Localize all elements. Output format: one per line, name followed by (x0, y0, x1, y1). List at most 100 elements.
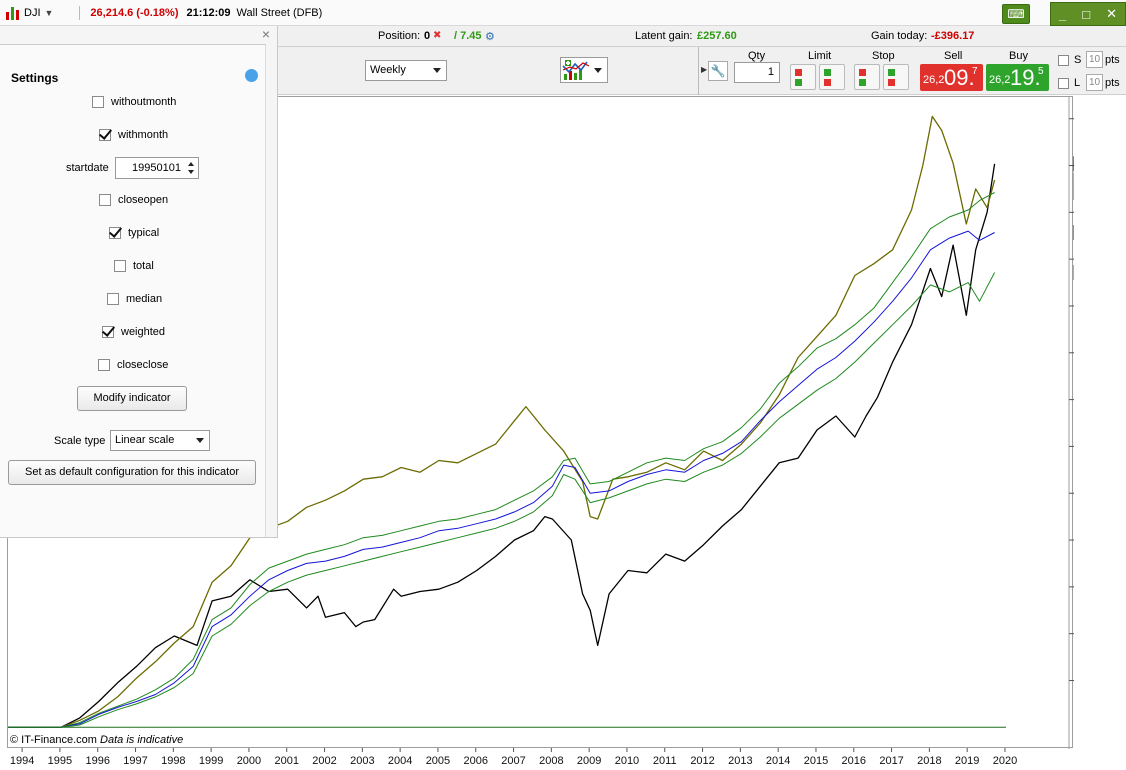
position-label: Position: (378, 30, 421, 42)
x-tick-label: 1994 (10, 755, 34, 767)
minimize-button[interactable]: _ (1059, 7, 1066, 22)
option-median[interactable]: median (107, 293, 162, 305)
position-pl: / 7.45 (454, 30, 482, 42)
x-tick-label: 2001 (274, 755, 298, 767)
title-bar: DJI ▼ 26,214.6 (-0.18%) 21:12:09 Wall St… (0, 0, 1126, 26)
limit-checkbox[interactable] (1058, 78, 1069, 89)
market-name: Wall Street (DFB) (236, 6, 323, 19)
x-tick-label: 2005 (426, 755, 450, 767)
option-label: withoutmonth (111, 96, 177, 108)
checkbox[interactable] (102, 326, 114, 338)
close-position-icon[interactable]: ✖ (433, 30, 441, 41)
option-label: weighted (121, 326, 166, 338)
close-button[interactable]: ✕ (1106, 6, 1117, 22)
checkbox[interactable] (107, 293, 119, 305)
close-panel-button[interactable]: × (262, 26, 270, 42)
wrench-icon[interactable]: 🔧 (708, 61, 728, 81)
buy-label: Buy (1009, 50, 1028, 62)
instrument-name[interactable]: DJI (24, 7, 41, 19)
option-weighted[interactable]: weighted (102, 326, 165, 338)
scale-type-select[interactable]: Linear scale (110, 430, 210, 451)
startdate-label: startdate (66, 162, 109, 174)
buy-price-prefix: 26,2 (989, 74, 1011, 86)
maximize-button[interactable]: □ (1082, 7, 1090, 22)
option-withmonth[interactable]: withmonth (99, 129, 168, 141)
buy-price-main: 19. (1010, 65, 1041, 90)
option-closeclose[interactable]: closeclose (98, 359, 168, 371)
limit-sell-button[interactable] (790, 64, 816, 90)
stop-s-label: S (1074, 54, 1082, 66)
latent-gain-value: £257.60 (697, 30, 737, 42)
stop-buy-button[interactable] (883, 64, 909, 90)
stop-pts-input[interactable]: 10 (1086, 51, 1103, 68)
settings-panel: × Settings withoutmonth withmonth startd… (0, 26, 278, 538)
checkbox[interactable] (99, 194, 111, 206)
gain-today-value: -£396.17 (931, 30, 975, 42)
modify-indicator-button[interactable]: Modify indicator (77, 386, 187, 411)
collapse-arrow-icon[interactable]: ▶ (701, 65, 707, 74)
x-axis: 1994 1995 1996 1997 1998 1999 2000 2001 2002 2003… (10, 748, 1017, 767)
latent-gain-label: Latent gain: (635, 30, 693, 42)
qty-label: Qty (748, 50, 766, 62)
set-default-button[interactable]: Set as default configuration for this in… (8, 460, 256, 485)
scale-type-value: Linear scale (115, 434, 175, 446)
option-label: total (133, 260, 154, 272)
x-tick-label: 1995 (48, 755, 72, 767)
chevron-down-icon (594, 68, 602, 73)
period-select[interactable]: Weekly (365, 60, 447, 81)
x-tick-label: 1998 (161, 755, 185, 767)
checkbox[interactable] (98, 359, 110, 371)
indicator-chart-icon (562, 60, 590, 80)
option-typical[interactable]: typical (109, 227, 159, 239)
x-tick-label: 2014 (766, 755, 790, 767)
option-closeopen[interactable]: closeopen (99, 194, 168, 206)
indicator-button[interactable] (560, 57, 608, 83)
startdate-input[interactable]: 19950101 (115, 157, 199, 179)
x-tick-label: 2020 (993, 755, 1017, 767)
checkbox[interactable] (99, 129, 111, 141)
x-tick-label: 2011 (653, 755, 677, 767)
sell-price-fraction: 7 (972, 66, 978, 77)
clock-time: 21:12:09 (186, 6, 231, 19)
option-label: closeopen (118, 194, 169, 206)
x-tick-label: 2008 (539, 755, 563, 767)
x-tick-label: 2015 (804, 755, 828, 767)
position-info-bar: Position: 0 ✖ / 7.45 ⚙ Latent gain: £257… (278, 26, 1126, 47)
spin-down-icon[interactable] (188, 170, 194, 174)
x-tick-label: 2009 (577, 755, 601, 767)
checkbox[interactable] (109, 227, 121, 239)
checkbox[interactable] (114, 260, 126, 272)
stop-label: Stop (872, 50, 895, 62)
settings-gear-icon[interactable]: ⚙ (485, 30, 495, 43)
window-controls: _ □ ✕ (1050, 2, 1126, 26)
chevron-down-icon[interactable]: ▼ (45, 8, 54, 18)
x-tick-label: 1997 (123, 755, 147, 767)
x-tick-label: 2006 (464, 755, 488, 767)
buy-button[interactable]: 26,2 19. 5 (986, 64, 1049, 91)
position-value: 0 (424, 30, 431, 42)
option-withoutmonth[interactable]: withoutmonth (92, 96, 176, 108)
keyboard-icon[interactable]: ⌨ (1002, 4, 1030, 24)
scale-type-label: Scale type (54, 435, 106, 447)
x-tick-label: 2013 (728, 755, 752, 767)
limit-label: Limit (808, 50, 832, 62)
option-total[interactable]: total (114, 260, 154, 272)
info-bubble-icon[interactable] (245, 69, 258, 82)
gain-today-label: Gain today: (871, 30, 928, 42)
stop-checkbox[interactable] (1058, 55, 1069, 66)
deal-ticket: ▶ 🔧 Qty 1 Limit Stop Sell 26,2 09. 7 Buy… (698, 47, 1126, 95)
chart-app-icon (6, 6, 20, 20)
x-tick-label: 1999 (199, 755, 223, 767)
x-tick-label: 2004 (388, 755, 412, 767)
limit-pts-input[interactable]: 10 (1086, 74, 1103, 91)
checkbox[interactable] (92, 96, 104, 108)
x-tick-label: 2000 (237, 755, 261, 767)
x-tick-label: 2018 (917, 755, 941, 767)
qty-input[interactable]: 1 (734, 62, 780, 83)
spin-up-icon[interactable] (188, 162, 194, 166)
stop-sell-button[interactable] (854, 64, 880, 90)
instrument-price: 26,214.6 (-0.18%) (90, 6, 179, 19)
limit-buy-button[interactable] (819, 64, 845, 90)
settings-title: Settings (11, 71, 59, 85)
sell-button[interactable]: 26,2 09. 7 (920, 64, 983, 91)
